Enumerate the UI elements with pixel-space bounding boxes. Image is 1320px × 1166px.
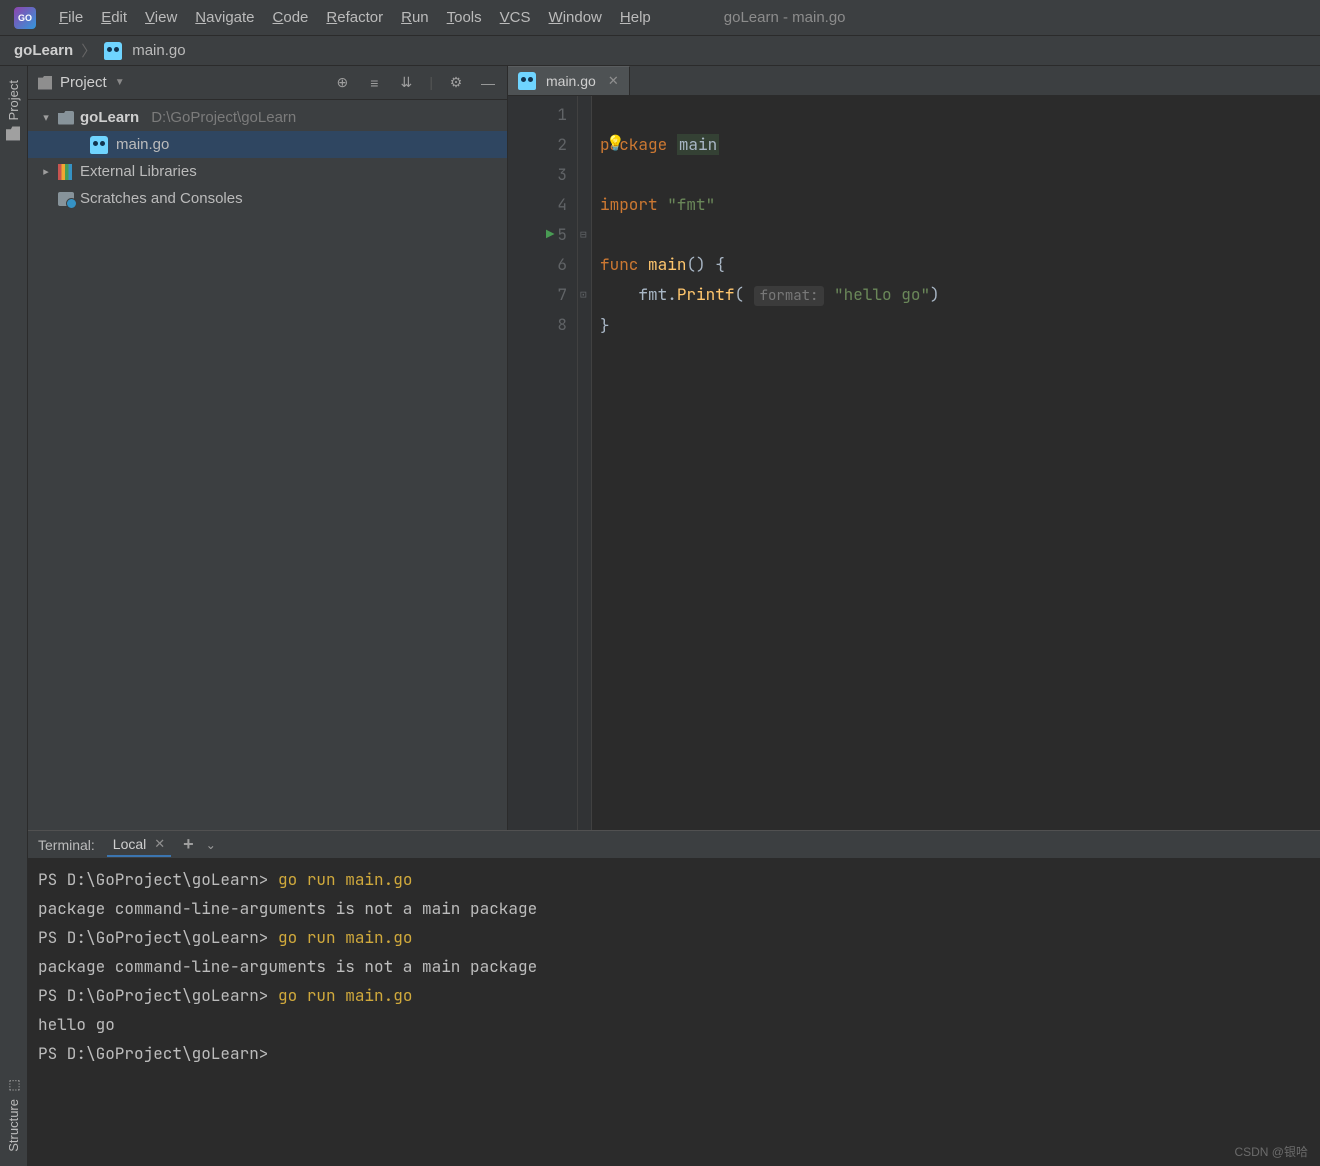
tree-root-path: D:\GoProject\goLearn (151, 109, 296, 126)
tree-project-root[interactable]: ▾ goLearn D:\GoProject\goLearn (28, 104, 507, 131)
fold-start-icon[interactable]: ⊟ (580, 220, 587, 250)
scratches-icon (58, 192, 74, 206)
chevron-down-icon[interactable]: ▾ (40, 111, 52, 124)
lightbulb-icon[interactable]: 💡 (606, 128, 625, 158)
line-number: 2 (508, 130, 567, 160)
menu-edit[interactable]: Edit (92, 5, 136, 30)
menu-bar: GO FileEditViewNavigateCodeRefactorRunTo… (0, 0, 1320, 36)
gear-icon[interactable]: ⚙ (447, 74, 465, 92)
editor-tab-maingo[interactable]: main.go ✕ (508, 66, 630, 95)
menu-navigate[interactable]: Navigate (186, 5, 263, 30)
menu-help[interactable]: Help (611, 5, 660, 30)
menu-view[interactable]: View (136, 5, 186, 30)
terminal-title: Terminal: (38, 837, 95, 853)
line-number: 6 (508, 250, 567, 280)
line-number: 7 (508, 280, 567, 310)
tree-scratches-label: Scratches and Consoles (80, 190, 243, 207)
run-gutter-icon[interactable]: ▶ (546, 220, 554, 250)
chevron-right-icon: 〉 (81, 40, 96, 61)
menu-file[interactable]: File (50, 5, 92, 30)
go-file-icon (90, 136, 108, 154)
line-number: 1 (508, 100, 567, 130)
collapse-all-icon[interactable]: ⇊ (397, 74, 415, 92)
structure-tool-label: Structure (6, 1099, 21, 1152)
terminal-panel: Terminal: Local ✕ + ⌄ PS D:\GoProject\go… (28, 830, 1320, 1166)
project-tool-label: Project (6, 80, 21, 120)
go-file-icon (518, 72, 536, 90)
terminal-output[interactable]: PS D:\GoProject\goLearn> go run main.go … (28, 859, 1320, 1166)
structure-icon: ⬚ (6, 1078, 21, 1093)
app-logo-icon: GO (14, 7, 36, 29)
go-file-icon (104, 42, 122, 60)
terminal-header: Terminal: Local ✕ + ⌄ (28, 831, 1320, 859)
line-number: 4 (508, 190, 567, 220)
editor-tab-label: main.go (546, 73, 596, 89)
tree-file-label: main.go (116, 136, 169, 153)
project-panel-header: Project ▼ ⊕ ≡ ⇊ | ⚙ — (28, 66, 507, 100)
line-number: 8 (508, 310, 567, 340)
close-icon[interactable]: ✕ (154, 836, 165, 852)
chevron-down-icon[interactable]: ▼ (115, 77, 125, 88)
new-terminal-icon[interactable]: + (183, 834, 194, 855)
menu-tools[interactable]: Tools (438, 5, 491, 30)
parameter-hint: format: (754, 286, 825, 306)
breadcrumb-project[interactable]: goLearn (14, 42, 73, 59)
fold-end-icon[interactable]: ⊡ (580, 280, 587, 310)
menu-vcs[interactable]: VCS (491, 5, 540, 30)
menu-run[interactable]: Run (392, 5, 438, 30)
menu-window[interactable]: Window (540, 5, 611, 30)
folder-icon (7, 126, 21, 140)
project-panel-title[interactable]: Project (60, 74, 107, 91)
breadcrumb: goLearn 〉 main.go (0, 36, 1320, 66)
tree-scratches[interactable]: Scratches and Consoles (28, 185, 507, 212)
left-tool-strip: Project Structure ⬚ (0, 66, 28, 1166)
hide-panel-icon[interactable]: — (479, 74, 497, 92)
library-icon (58, 164, 74, 180)
editor-tab-bar: main.go ✕ (508, 66, 1320, 96)
structure-tool-tab[interactable]: Structure ⬚ (3, 1068, 24, 1162)
menu-code[interactable]: Code (264, 5, 318, 30)
line-number: 5 (508, 220, 567, 250)
folder-icon (58, 111, 74, 125)
chevron-down-icon[interactable]: ⌄ (206, 838, 216, 852)
close-icon[interactable]: ✕ (608, 73, 619, 89)
locate-icon[interactable]: ⊕ (333, 74, 351, 92)
project-tool-tab[interactable]: Project (3, 70, 24, 150)
tree-external-libraries[interactable]: ▸ External Libraries (28, 158, 507, 185)
terminal-tab-local[interactable]: Local ✕ (107, 833, 171, 857)
breadcrumb-file[interactable]: main.go (132, 42, 185, 59)
expand-all-icon[interactable]: ≡ (365, 74, 383, 92)
window-title: goLearn - main.go (724, 9, 846, 26)
line-number: 3 (508, 160, 567, 190)
menu-refactor[interactable]: Refactor (317, 5, 392, 30)
watermark: CSDN @银哈 (1234, 1143, 1308, 1160)
project-view-icon (38, 76, 52, 90)
chevron-right-icon[interactable]: ▸ (40, 165, 52, 178)
tree-external-label: External Libraries (80, 163, 197, 180)
terminal-tab-label: Local (113, 836, 146, 852)
tree-file-maingo[interactable]: main.go (28, 131, 507, 158)
tree-root-label: goLearn (80, 109, 139, 126)
